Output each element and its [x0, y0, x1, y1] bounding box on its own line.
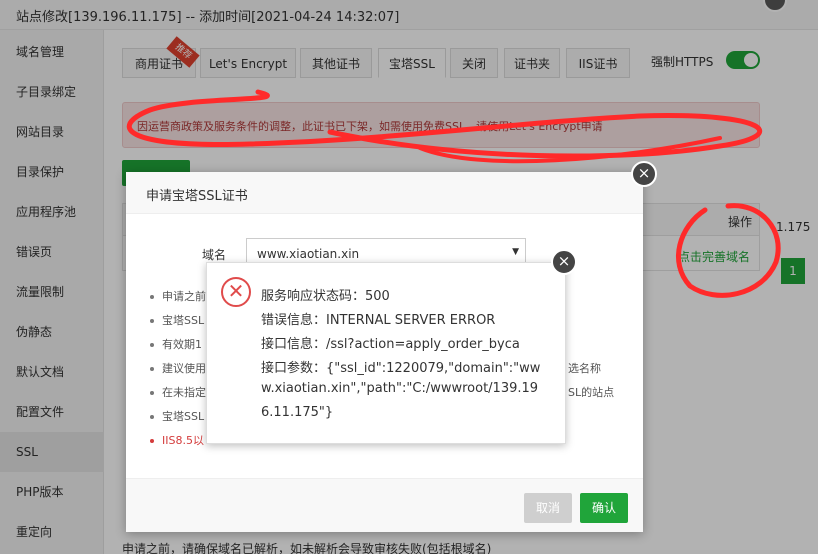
- dialog-note: 申请之前: [150, 288, 206, 304]
- dialog-note: 在未指定: [150, 384, 206, 400]
- domain-select-value: www.xiaotian.xin: [257, 247, 360, 261]
- dialog-footer: 取消 确认: [126, 478, 643, 532]
- dialog-note-warning: IIS8.5以: [150, 432, 204, 448]
- domain-label: 域名: [202, 248, 227, 262]
- error-params-line: 6.11.175"}: [261, 405, 334, 420]
- error-x-icon: ✕: [221, 277, 251, 307]
- dialog-header: 申请宝塔SSL证书: [126, 172, 643, 214]
- confirm-button[interactable]: 确认: [580, 493, 628, 523]
- cancel-button[interactable]: 取消: [524, 493, 572, 523]
- error-params-line: 接口参数：{"ssl_id":1220079,"domain":"ww: [261, 361, 541, 376]
- note-tail: 选名称: [568, 362, 601, 375]
- error-params-line: w.xiaotian.xin","path":"C:/wwwroot/139.1…: [261, 381, 539, 396]
- error-status-line: 服务响应状态码：500: [261, 289, 390, 304]
- error-message-line: 错误信息：INTERNAL SERVER ERROR: [261, 313, 496, 328]
- note-tail: SL的站点: [568, 386, 615, 399]
- dialog-close-icon[interactable]: ×: [631, 161, 657, 187]
- dialog-note: 有效期1: [150, 336, 202, 352]
- dialog-note: 建议使用: [150, 360, 206, 376]
- error-popup: ✕ 服务响应状态码：500 错误信息：INTERNAL SERVER ERROR…: [206, 262, 566, 444]
- chevron-down-icon: ▼: [512, 247, 519, 257]
- error-close-icon[interactable]: ×: [551, 249, 577, 275]
- error-endpoint-line: 接口信息：/ssl?action=apply_order_byca: [261, 337, 520, 352]
- dialog-title: 申请宝塔SSL证书: [146, 189, 248, 204]
- dialog-note: 宝塔SSL: [150, 312, 204, 328]
- dialog-note: 宝塔SSL: [150, 408, 204, 424]
